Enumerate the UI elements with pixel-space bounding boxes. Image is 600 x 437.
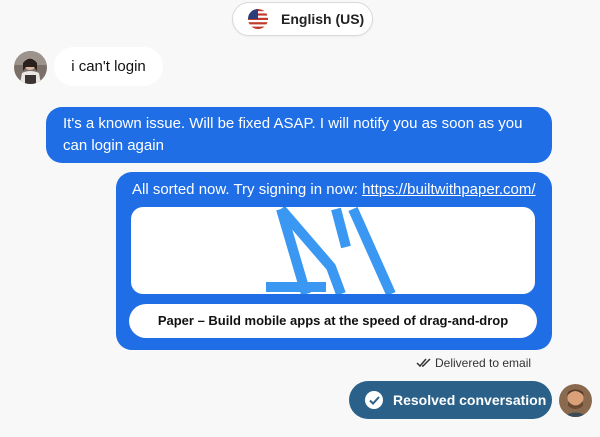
agent-message-bubble-link: All sorted now. Try signing in now: http… xyxy=(116,172,552,350)
resolved-label: Resolved conversation xyxy=(393,392,547,408)
language-selector[interactable]: English (US) xyxy=(232,2,373,36)
agent-message-text: All sorted now. Try signing in now: http… xyxy=(132,179,536,201)
us-flag-icon xyxy=(248,9,268,29)
paper-logo-icon xyxy=(266,207,396,294)
resolved-conversation-button[interactable]: Resolved conversation xyxy=(349,381,552,419)
delivery-status: Delivered to email xyxy=(416,356,531,370)
agent-message-text: It's a known issue. Will be fixed ASAP. … xyxy=(63,115,523,154)
user-message-bubble: i can't login xyxy=(54,47,163,86)
check-circle-icon xyxy=(365,391,383,409)
language-label: English (US) xyxy=(281,11,365,27)
link-preview-title-text: Paper – Build mobile apps at the speed o… xyxy=(157,313,509,328)
link-preview-title[interactable]: Paper – Build mobile apps at the speed o… xyxy=(129,304,537,338)
link-preview-image[interactable] xyxy=(131,207,535,294)
user-message-text: i can't login xyxy=(71,58,146,75)
double-check-icon xyxy=(416,358,431,368)
delivery-status-text: Delivered to email xyxy=(435,356,532,370)
message-link[interactable]: https://builtwithpaper.com/ xyxy=(362,181,535,198)
agent-message-prefix: All sorted now. Try signing in now: xyxy=(132,181,363,198)
agent-message-bubble: It's a known issue. Will be fixed ASAP. … xyxy=(46,107,552,163)
agent-avatar xyxy=(559,384,592,417)
user-avatar xyxy=(14,51,47,84)
